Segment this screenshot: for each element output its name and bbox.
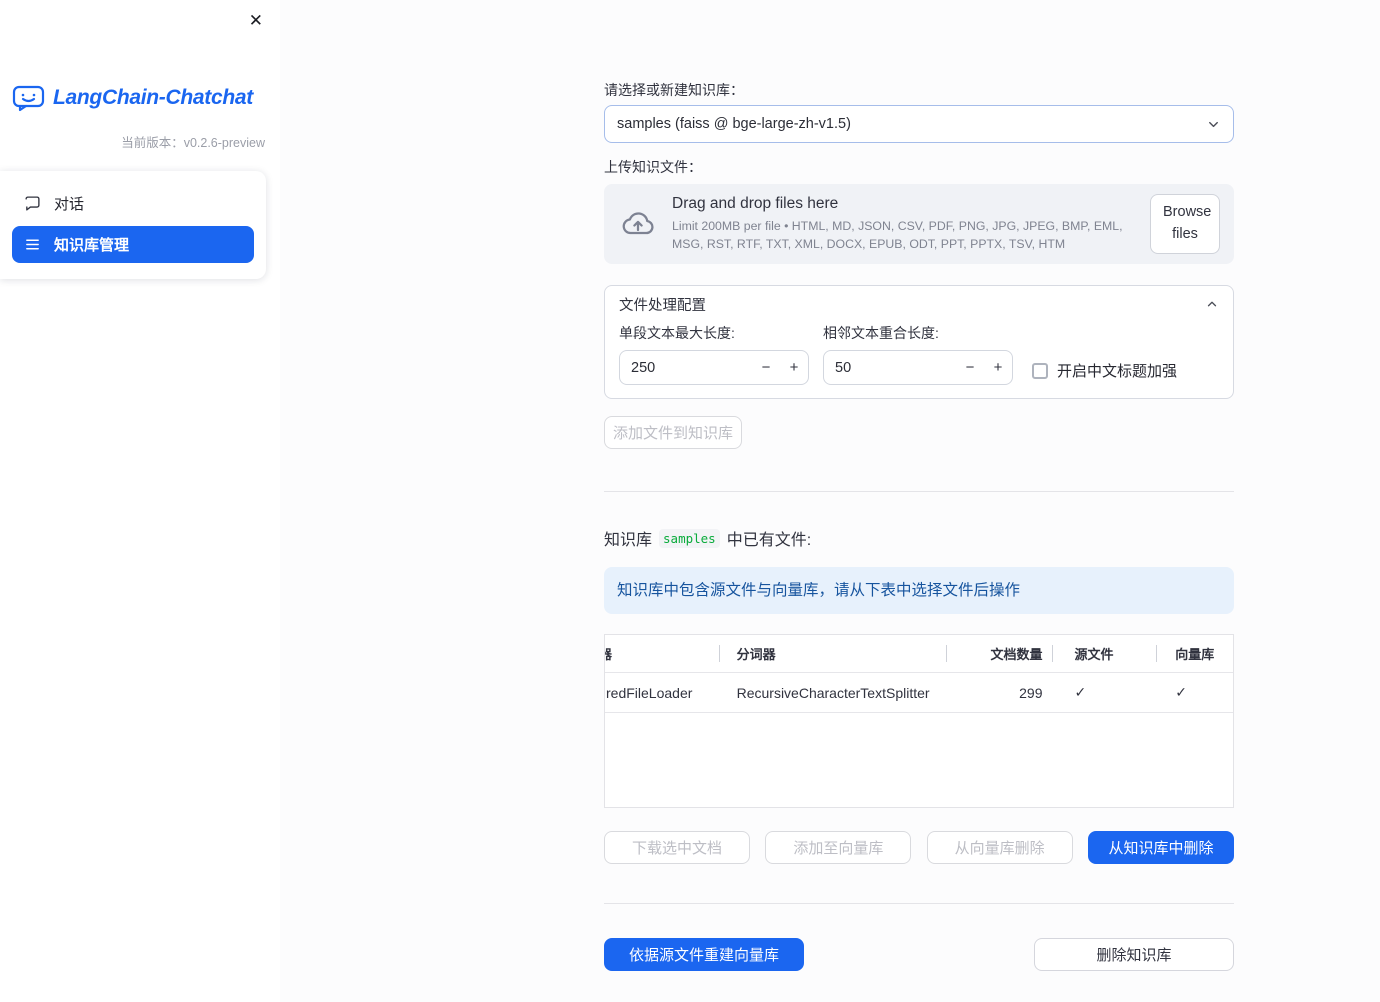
main-content: 请选择或新建知识库： samples (faiss @ bge-large-zh… <box>280 0 1380 1002</box>
checkbox-label: 开启中文标题加强 <box>1057 363 1178 380</box>
existing-files-prefix: 知识库 <box>604 532 653 549</box>
overlap-decrement-button[interactable]: − <box>956 359 984 376</box>
kb-selectbox[interactable]: samples (faiss @ bge-large-zh-v1.5) <box>604 105 1234 143</box>
table-empty-area <box>605 713 1233 807</box>
kb-name-code: samples <box>659 528 720 548</box>
table-header-loader[interactable]: 器 <box>605 635 720 672</box>
existing-files-suffix: 中已有文件: <box>726 532 812 549</box>
kb-selected-value: samples (faiss @ bge-large-zh-v1.5) <box>617 116 851 132</box>
overlap-length-input[interactable]: 50 − + <box>823 350 1013 385</box>
cell-splitter: RecursiveCharacterTextSplitter <box>736 684 930 701</box>
rebuild-vector-store-button[interactable]: 依据源文件重建向量库 <box>604 938 804 971</box>
max-length-field: 单段文本最大长度: 250 − + <box>619 325 809 385</box>
chevron-up-icon <box>1205 297 1219 311</box>
max-length-value: 250 <box>631 359 656 376</box>
version-text: 当前版本：v0.2.6-preview <box>121 136 265 150</box>
sidebar-menu: 对话 知识库管理 <box>0 171 266 279</box>
list-icon <box>24 236 41 253</box>
expander-title: 文件处理配置 <box>619 297 706 314</box>
file-action-buttons: 下载选中文档 添加至向量库 从向量库删除 从知识库中删除 <box>604 831 1234 864</box>
overlap-length-label: 相邻文本重合长度: <box>823 325 939 341</box>
uploader-limits: Limit 200MB per file • HTML, MD, JSON, C… <box>672 219 1123 251</box>
app-logo: LangChain-Chatchat <box>12 84 280 112</box>
sidebar: ✕ LangChain-Chatchat 当前版本：v0.2.6-preview <box>0 0 280 1002</box>
table-header-doc-count[interactable]: 文档数量 <box>947 635 1053 672</box>
divider <box>604 903 1234 904</box>
table-header-vector-store[interactable]: 向量库 <box>1157 635 1233 672</box>
cell-doc-count: 299 <box>1019 684 1043 701</box>
close-icon: ✕ <box>248 11 263 30</box>
chevron-down-icon <box>1206 117 1221 132</box>
checkbox-box <box>1032 362 1048 379</box>
add-files-to-kb-button[interactable]: 添加文件到知识库 <box>604 416 742 449</box>
sidebar-item-knowledge-base[interactable]: 知识库管理 <box>12 226 254 263</box>
max-length-increment-button[interactable]: + <box>780 359 808 376</box>
overlap-length-value: 50 <box>835 359 852 376</box>
browse-files-button[interactable]: Browse files <box>1150 194 1220 254</box>
delete-kb-button[interactable]: 删除知识库 <box>1034 938 1234 971</box>
sidebar-close-button[interactable]: ✕ <box>245 8 267 33</box>
file-uploader-dropzone[interactable]: Drag and drop files here Limit 200MB per… <box>604 184 1234 264</box>
delete-from-kb-button[interactable]: 从知识库中删除 <box>1087 831 1234 864</box>
max-length-input[interactable]: 250 − + <box>619 350 809 385</box>
menu-item-label: 知识库管理 <box>54 237 130 254</box>
sidebar-item-chat[interactable]: 对话 <box>12 185 254 222</box>
table-header-row: 器 分词器 文档数量 源文件 向量库 <box>605 635 1233 673</box>
table-row[interactable]: redFileLoader RecursiveCharacterTextSpli… <box>605 673 1233 713</box>
cell-loader: redFileLoader <box>606 684 693 701</box>
cell-vector-store-check: ✓ <box>1175 684 1187 700</box>
chat-bubble-icon <box>24 195 41 212</box>
max-length-decrement-button[interactable]: − <box>752 359 780 376</box>
cell-source-file-check: ✓ <box>1074 684 1087 700</box>
overlap-length-field: 相邻文本重合长度: 50 − + <box>823 325 1013 385</box>
chat-logo-icon <box>12 84 45 112</box>
divider <box>604 491 1234 492</box>
uploader-title: Drag and drop files here <box>672 195 839 213</box>
max-length-label: 单段文本最大长度: <box>619 325 735 341</box>
logo-text: LangChain-Chatchat <box>53 86 253 109</box>
uploader-text: Drag and drop files here Limit 200MB per… <box>672 195 1134 253</box>
file-config-expander: 文件处理配置 单段文本最大长度: 250 − + 相邻文本重合长度: 50 − … <box>604 285 1234 399</box>
info-banner: 知识库中包含源文件与向量库，请从下表中选择文件后操作 <box>604 567 1234 614</box>
add-to-vector-store-button[interactable]: 添加至向量库 <box>765 831 912 864</box>
table-header-source-file[interactable]: 源文件 <box>1053 635 1158 672</box>
content-column: 请选择或新建知识库： samples (faiss @ bge-large-zh… <box>604 0 1234 971</box>
upload-label: 上传知识文件： <box>604 159 702 175</box>
menu-item-label: 对话 <box>54 196 85 213</box>
expander-header[interactable]: 文件处理配置 <box>605 286 1233 322</box>
table-header-splitter[interactable]: 分词器 <box>720 635 947 672</box>
cloud-upload-icon <box>620 206 656 242</box>
app-root: ✕ LangChain-Chatchat 当前版本：v0.2.6-preview <box>0 0 1380 1002</box>
files-table: 器 分词器 文档数量 源文件 向量库 redFileLoader Recursi… <box>604 634 1234 808</box>
existing-files-heading: 知识库 samples 中已有文件: <box>604 526 1234 550</box>
delete-from-vector-store-button[interactable]: 从向量库删除 <box>926 831 1073 864</box>
download-selected-button[interactable]: 下载选中文档 <box>604 831 750 864</box>
expander-body: 单段文本最大长度: 250 − + 相邻文本重合长度: 50 − + 开启中文标… <box>605 322 1233 385</box>
kb-select-label: 请选择或新建知识库： <box>604 82 744 98</box>
kb-level-buttons: 依据源文件重建向量库 删除知识库 <box>604 938 1234 971</box>
chinese-title-checkbox[interactable]: 开启中文标题加强 <box>1032 356 1177 385</box>
overlap-increment-button[interactable]: + <box>984 359 1012 376</box>
